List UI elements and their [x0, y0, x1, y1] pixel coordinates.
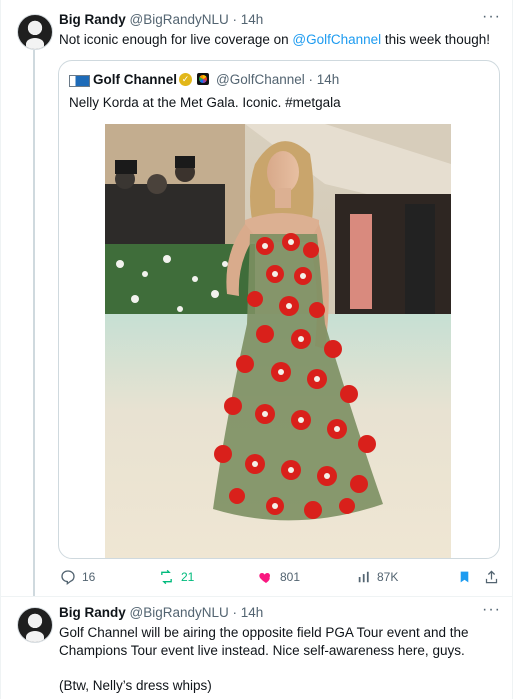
left-border: [0, 0, 1, 699]
share-icon: [485, 570, 498, 584]
tweet-text-line: Champions Tour event live instead. Nice …: [59, 643, 465, 658]
quote-author-handle[interactable]: @GolfChannel: [216, 72, 305, 87]
mention-link[interactable]: @GolfChannel: [292, 32, 381, 47]
quote-timestamp[interactable]: · 14h: [309, 72, 340, 87]
timestamp[interactable]: · 14h: [233, 605, 264, 620]
quote-header: Golf Channel: [93, 71, 177, 89]
tweet-header: Big Randy @BigRandyNLU · 14h: [59, 11, 263, 29]
views-count: 87K: [377, 570, 399, 584]
met-gala-photo-illustration: [105, 124, 451, 558]
repost-icon: [161, 569, 172, 585]
tweet-text-part: this week though!: [381, 32, 490, 47]
like-count: 801: [280, 570, 301, 584]
verified-icon: ✓: [179, 73, 192, 86]
quote-photo[interactable]: [105, 124, 451, 558]
affiliate-badge-icon: [197, 73, 209, 85]
author-name[interactable]: Big Randy: [59, 605, 126, 620]
tweet-text-line: (Btw, Nelly’s dress whips): [59, 678, 212, 693]
timestamp[interactable]: · 14h: [233, 12, 264, 27]
avatar[interactable]: [17, 14, 53, 50]
thread-connector: [33, 50, 35, 596]
right-border: [512, 0, 513, 699]
more-icon[interactable]: ···: [482, 8, 501, 26]
repost-count: 21: [181, 570, 195, 584]
quote-author-name[interactable]: Golf Channel: [93, 72, 177, 87]
golf-channel-logo: [69, 75, 90, 87]
tweet-header: Big Randy @BigRandyNLU · 14h: [59, 604, 263, 622]
quoted-tweet[interactable]: Golf Channel ✓ @GolfChannel · 14h Nelly …: [58, 60, 500, 559]
views-icon: [358, 571, 369, 583]
author-handle[interactable]: @BigRandyNLU: [130, 12, 229, 27]
avatar[interactable]: [17, 607, 53, 643]
quote-text: Nelly Korda at the Met Gala. Iconic. #me…: [69, 95, 341, 110]
repost-button[interactable]: 21: [158, 569, 194, 585]
author-handle[interactable]: @BigRandyNLU: [130, 605, 229, 620]
bookmark-button[interactable]: [458, 569, 471, 585]
author-name[interactable]: Big Randy: [59, 12, 126, 27]
quote-meta: @GolfChannel · 14h: [216, 71, 339, 89]
reply-count: 16: [82, 570, 96, 584]
tweet-text-line: Golf Channel will be airing the opposite…: [59, 625, 469, 640]
heart-icon: [259, 573, 271, 583]
share-button[interactable]: [484, 569, 499, 585]
tweet-text: Not iconic enough for live coverage on @…: [59, 31, 490, 49]
bookmark-icon: [460, 571, 469, 583]
tweet-text-part: Not iconic enough for live coverage on: [59, 32, 293, 47]
like-button[interactable]: 801: [258, 569, 300, 585]
reply-button[interactable]: 16: [60, 569, 95, 585]
more-icon[interactable]: ···: [482, 601, 501, 619]
reply-icon: [61, 570, 75, 585]
views-button[interactable]: 87K: [357, 569, 398, 585]
tweet-divider: [1, 596, 512, 597]
